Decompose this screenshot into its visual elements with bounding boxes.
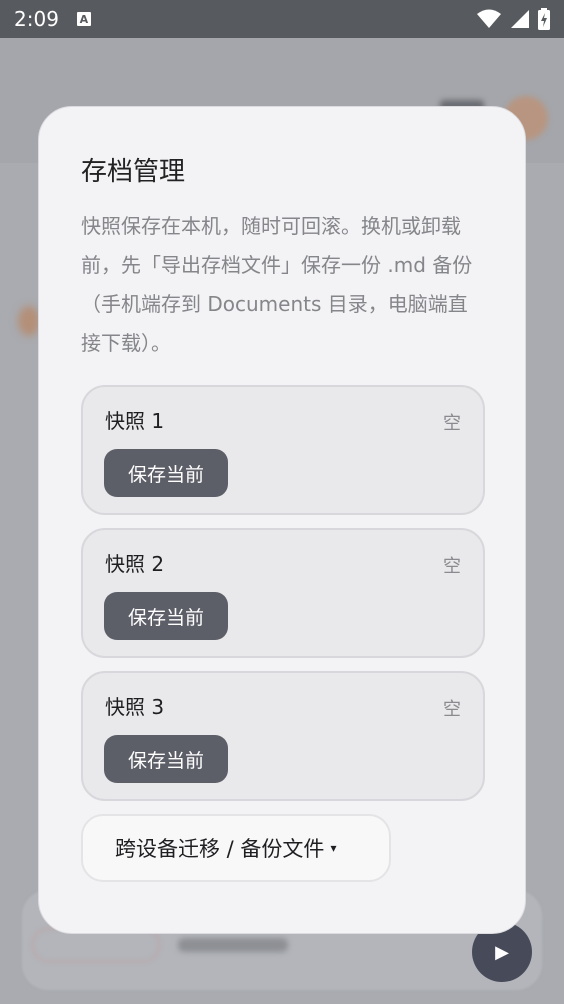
snapshot-status: 空	[443, 556, 461, 577]
wifi-icon	[477, 9, 501, 28]
a-icon: A	[76, 12, 91, 26]
snapshot-name: 快照 1	[105, 409, 165, 433]
chevron-down-icon: ▾	[330, 841, 337, 855]
save-current-button[interactable]: 保存当前	[104, 592, 228, 640]
snapshot-status: 空	[443, 413, 461, 434]
migrate-backup-dropdown[interactable]: 跨设备迁移 / 备份文件 ▾	[81, 814, 391, 882]
save-current-button[interactable]: 保存当前	[104, 449, 228, 497]
signal-icon	[511, 10, 529, 28]
status-time: 2:09	[14, 7, 59, 31]
snapshot-name: 快照 3	[105, 695, 165, 719]
background-avatar-small	[18, 306, 40, 336]
migrate-label: 跨设备迁移 / 备份文件	[115, 837, 325, 861]
snapshot-name: 快照 2	[105, 552, 165, 576]
status-bar: 2:09 A	[0, 0, 564, 38]
snapshot-slot-1: 快照 1 空 保存当前	[81, 385, 485, 515]
snapshot-slot-2: 快照 2 空 保存当前	[81, 528, 485, 658]
snapshot-slot-3: 快照 3 空 保存当前	[81, 671, 485, 801]
dialog-description: 快照保存在本机，随时可回滚。换机或卸载前，先「导出存档文件」保存一份 .md 备…	[81, 214, 473, 355]
snapshot-list: 快照 1 空 保存当前 快照 2 空 保存当前 快照 3 空 保存当前	[81, 385, 485, 801]
background-placeholder	[178, 938, 288, 952]
dialog-title: 存档管理	[81, 157, 186, 187]
save-current-button[interactable]: 保存当前	[104, 735, 228, 783]
battery-icon	[538, 8, 550, 30]
status-icons	[476, 8, 550, 30]
snapshot-status: 空	[443, 699, 461, 720]
archive-dialog: 存档管理 快照保存在本机，随时可回滚。换机或卸载前，先「导出存档文件」保存一份 …	[38, 106, 526, 934]
